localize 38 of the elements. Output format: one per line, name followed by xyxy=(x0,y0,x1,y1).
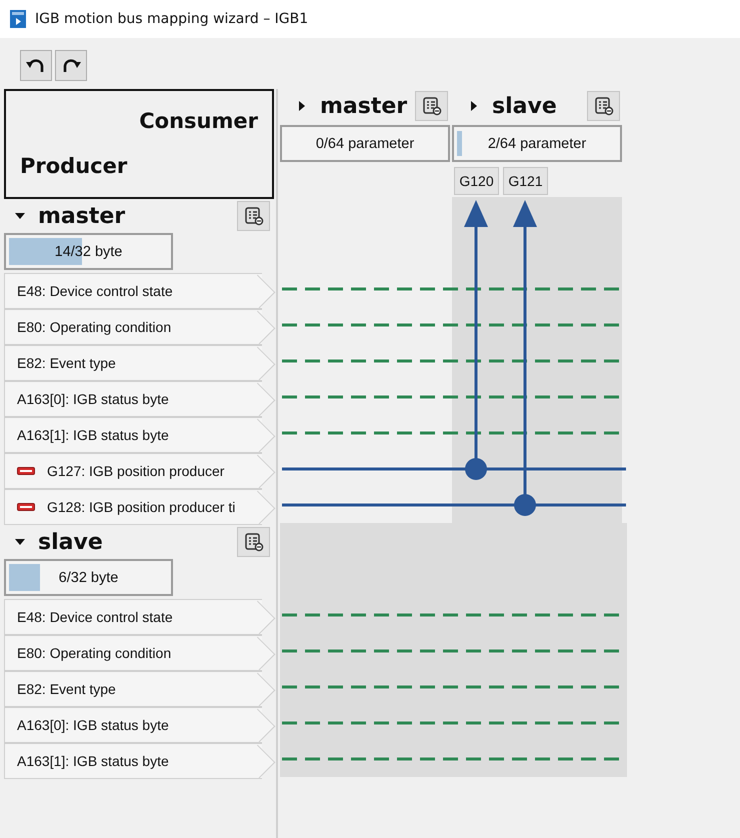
usage-text: 0/64 parameter xyxy=(316,136,414,152)
list-add-icon xyxy=(594,96,614,116)
list-add-icon xyxy=(244,206,264,226)
list-add-icon xyxy=(422,96,442,116)
parameter-label: A163[0]: IGB status byte xyxy=(17,717,169,733)
consumer-label: Consumer xyxy=(139,109,258,133)
producer-label: Producer xyxy=(20,154,128,178)
parameter-label: G128: IGB position producer ti xyxy=(47,499,236,515)
usage-text: 6/32 byte xyxy=(58,570,118,586)
group-name: slave xyxy=(38,530,103,554)
column-name: slave xyxy=(492,94,557,118)
add-list-button[interactable] xyxy=(415,91,448,121)
parameter-label: G127: IGB position producer xyxy=(47,463,224,479)
list-add-icon xyxy=(244,532,264,552)
window-title: IGB motion bus mapping wizard – IGB1 xyxy=(35,11,308,27)
parameter-label: E80: Operating condition xyxy=(17,319,172,335)
parameter-label: E48: Device control state xyxy=(17,609,173,625)
parameter-label: A163[1]: IGB status byte xyxy=(17,753,169,769)
parameter-label: E80: Operating condition xyxy=(17,645,172,661)
parameter-label: E48: Device control state xyxy=(17,283,173,299)
add-list-button[interactable] xyxy=(237,201,270,231)
parameter-tag[interactable]: G120 xyxy=(454,167,499,195)
parameter-label: A163[1]: IGB status byte xyxy=(17,427,169,443)
parameter-label: A163[0]: IGB status byte xyxy=(17,391,169,407)
usage-text: 2/64 parameter xyxy=(488,136,586,152)
redo-button[interactable] xyxy=(55,50,87,81)
add-list-button[interactable] xyxy=(587,91,620,121)
remove-icon[interactable] xyxy=(17,503,35,511)
add-list-button[interactable] xyxy=(237,527,270,557)
usage-text: 14/32 byte xyxy=(54,244,122,260)
undo-button[interactable] xyxy=(20,50,52,81)
remove-icon[interactable] xyxy=(17,467,35,475)
parameter-label: E82: Event type xyxy=(17,681,116,697)
group-name: master xyxy=(38,204,126,228)
column-name: master xyxy=(320,94,408,118)
app-icon xyxy=(10,10,26,28)
parameter-label: E82: Event type xyxy=(17,355,116,371)
parameter-tag[interactable]: G121 xyxy=(503,167,548,195)
